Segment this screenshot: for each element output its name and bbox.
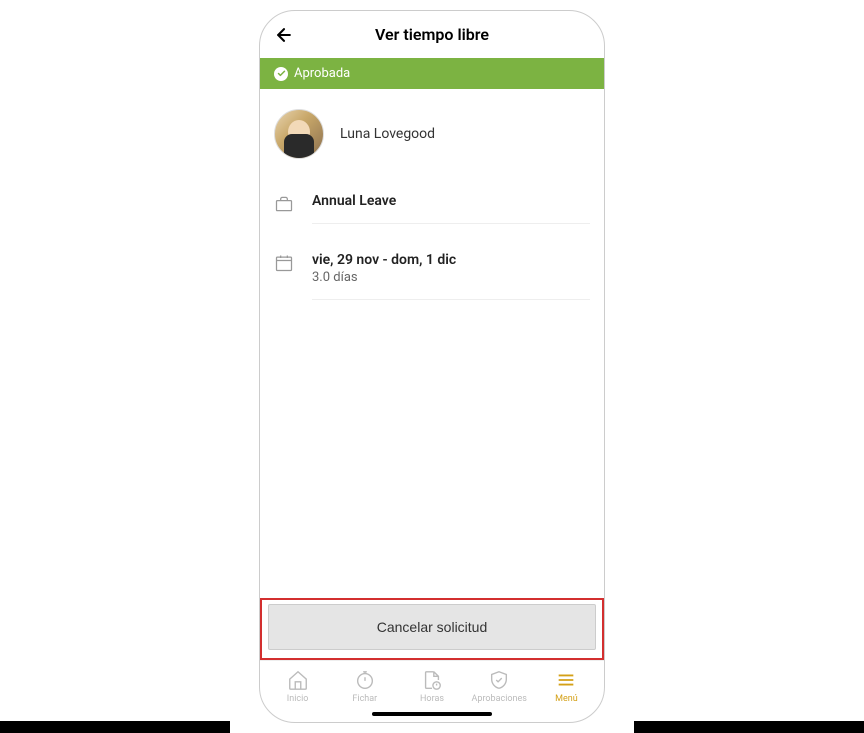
nav-home-label: Inicio: [287, 694, 309, 704]
briefcase-icon: [274, 194, 294, 214]
menu-icon: [555, 669, 577, 691]
decoration: [634, 721, 864, 733]
back-button[interactable]: [274, 25, 294, 45]
leave-type-row: Annual Leave: [274, 179, 590, 238]
back-arrow-icon: [274, 25, 294, 45]
leave-type: Annual Leave: [312, 193, 590, 209]
avatar: [274, 109, 324, 159]
user-name: Luna Lovegood: [340, 126, 435, 142]
nav-hours[interactable]: Horas: [398, 669, 465, 704]
status-label: Aprobada: [294, 66, 350, 81]
leave-dates-row: vie, 29 nov - dom, 1 dic 3.0 días: [274, 238, 590, 314]
stopwatch-icon: [354, 669, 376, 691]
leave-dates: vie, 29 nov - dom, 1 dic: [312, 252, 590, 268]
bottom-nav: Inicio Fichar Horas: [260, 660, 604, 708]
nav-clock-label: Fichar: [352, 694, 377, 704]
decoration: [0, 721, 230, 733]
home-icon: [287, 669, 309, 691]
shield-check-icon: [488, 669, 510, 691]
status-bar: Aprobada: [260, 58, 604, 89]
content-area: Luna Lovegood Annual Leave: [260, 89, 604, 598]
nav-home[interactable]: Inicio: [264, 669, 331, 704]
nav-clock[interactable]: Fichar: [331, 669, 398, 704]
cancel-highlight: Cancelar solicitud: [260, 598, 604, 660]
phone-frame: Ver tiempo libre Aprobada Luna Lovegood …: [259, 10, 605, 723]
nav-menu-label: Menú: [555, 694, 578, 704]
nav-menu[interactable]: Menú: [533, 669, 600, 704]
calendar-icon: [274, 253, 294, 273]
home-indicator: [372, 712, 492, 716]
nav-approvals-label: Aprobaciones: [472, 694, 527, 704]
nav-approvals[interactable]: Aprobaciones: [466, 669, 533, 704]
page-title: Ver tiempo libre: [272, 25, 592, 44]
leave-duration: 3.0 días: [312, 270, 590, 285]
document-clock-icon: [421, 669, 443, 691]
nav-hours-label: Horas: [420, 694, 444, 704]
cancel-request-button[interactable]: Cancelar solicitud: [268, 604, 596, 650]
header: Ver tiempo libre: [260, 11, 604, 58]
user-row: Luna Lovegood: [274, 89, 590, 179]
check-circle-icon: [274, 67, 288, 81]
